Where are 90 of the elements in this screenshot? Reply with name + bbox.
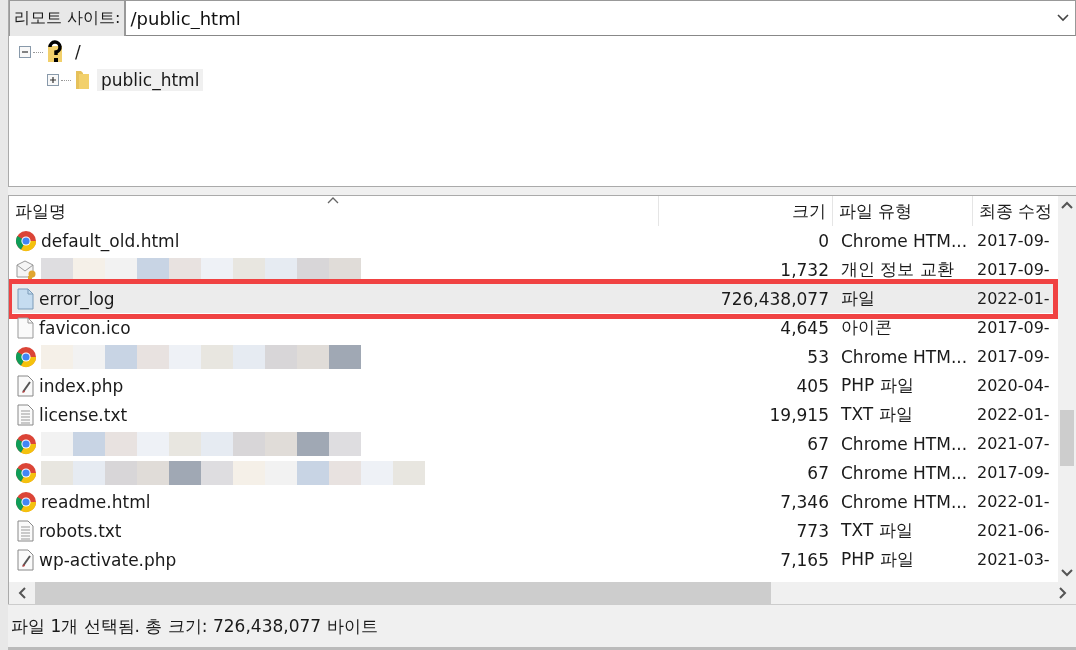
modified-date: 2017-09- (976, 347, 1051, 366)
modified-date: 2017-09- (976, 463, 1051, 482)
file-row[interactable]: default_old.html 0 Chrome HTM... 2017-09- (9, 226, 1058, 255)
modified-date: 2021-03- (976, 550, 1051, 569)
file-size: 7,346 (779, 491, 830, 512)
envelope-key-icon (15, 258, 37, 281)
document-icon (15, 287, 35, 310)
file-name: default_old.html (41, 230, 180, 251)
question-mark-icon (45, 40, 65, 64)
dropdown-caret-icon[interactable] (1057, 14, 1069, 22)
collapse-icon[interactable] (19, 46, 31, 58)
file-type: 아이콘 (840, 316, 893, 339)
chrome-icon (15, 490, 37, 513)
file-row[interactable]: favicon.ico 4,645 아이콘 2017-09- (9, 313, 1058, 342)
file-row[interactable]: 67 Chrome HTM... 2021-07- (9, 429, 1058, 458)
file-size: 19,915 (768, 404, 830, 425)
chrome-icon (15, 345, 37, 368)
file-size: 0 (817, 230, 830, 251)
status-text: 파일 1개 선택됨. 총 크기: 726,438,077 바이트 (11, 614, 378, 638)
file-type: PHP 파일 (840, 548, 915, 571)
chrome-icon (15, 432, 37, 455)
modified-date: 2017-09- (976, 260, 1051, 279)
file-size: 405 (795, 375, 830, 396)
modified-date: 2021-06- (976, 521, 1051, 540)
file-type: Chrome HTM... (840, 462, 969, 483)
file-row[interactable]: robots.txt 773 TXT 파일 2021-06- (9, 516, 1058, 545)
column-header[interactable]: 최종 수정 (973, 196, 1058, 226)
file-type: Chrome HTM... (840, 433, 969, 454)
scroll-down-icon[interactable] (1061, 569, 1073, 577)
file-name: error_log (39, 288, 115, 309)
modified-date: 2021-07- (976, 434, 1051, 453)
folder-icon (73, 69, 91, 91)
file-name: favicon.ico (39, 317, 131, 338)
file-type: TXT 파일 (840, 519, 914, 542)
modified-date: 2022-01- (976, 289, 1051, 308)
modified-date: 2022-01- (976, 492, 1051, 511)
modified-date: 2017-09- (976, 318, 1051, 337)
chrome-icon (15, 229, 37, 252)
text-file-icon (15, 403, 35, 426)
vertical-scrollbar[interactable] (1058, 196, 1076, 582)
column-header[interactable]: 파일명 (9, 196, 659, 226)
file-size: 726,438,077 (719, 288, 830, 309)
scroll-left-icon[interactable] (18, 587, 26, 599)
file-type: Chrome HTM... (840, 491, 969, 512)
file-name: robots.txt (39, 520, 122, 541)
file-size: 773 (795, 520, 830, 541)
text-file-icon (15, 519, 35, 542)
path-input[interactable]: /public_html (126, 7, 1051, 29)
path-field[interactable]: /public_html (125, 0, 1076, 36)
modified-date: 2020-04- (976, 376, 1051, 395)
tree-item[interactable]: / (71, 41, 85, 63)
file-row[interactable]: readme.html 7,346 Chrome HTM... 2022-01- (9, 487, 1058, 516)
file-row[interactable]: index.php 405 PHP 파일 2020-04- (9, 371, 1058, 400)
expand-icon[interactable] (47, 74, 59, 86)
scroll-right-icon[interactable] (1059, 587, 1067, 599)
horizontal-scrollbar[interactable] (9, 582, 1076, 604)
file-name: license.txt (39, 404, 128, 425)
file-row[interactable]: 67 Chrome HTM... 2017-09- (9, 458, 1058, 487)
script-file-icon (15, 374, 35, 397)
file-name: index.php (39, 375, 124, 396)
chrome-icon (15, 461, 37, 484)
file-type: 개인 정보 교환 (840, 258, 955, 281)
file-size: 7,165 (779, 549, 830, 570)
file-type: Chrome HTM... (840, 346, 969, 367)
file-type: PHP 파일 (840, 374, 915, 397)
file-row[interactable]: 53 Chrome HTM... 2017-09- (9, 342, 1058, 371)
document-icon (15, 316, 35, 339)
file-size: 4,645 (779, 317, 830, 338)
modified-date: 2022-01- (976, 405, 1051, 424)
column-header[interactable]: 파일 유형 (833, 196, 973, 226)
file-row[interactable]: wp-activate.php 7,165 PHP 파일 2021-03- (9, 545, 1058, 574)
file-size: 67 (806, 433, 830, 454)
scrollbar-thumb[interactable] (35, 582, 771, 604)
file-size: 1,732 (779, 259, 830, 280)
file-name: readme.html (41, 491, 151, 512)
tree-item[interactable]: public_html (97, 69, 204, 91)
file-size: 67 (806, 462, 830, 483)
file-type: Chrome HTM... (840, 230, 969, 251)
file-row[interactable]: 1,732 개인 정보 교환 2017-09- (9, 255, 1058, 284)
scroll-up-icon[interactable] (1061, 201, 1073, 209)
file-size: 53 (806, 346, 830, 367)
script-file-icon (15, 548, 35, 571)
column-header[interactable]: 크기 (659, 196, 833, 226)
modified-date: 2017-09- (976, 231, 1051, 250)
field-label: 리모트 사이트: (9, 0, 126, 36)
scrollbar-thumb[interactable] (1060, 410, 1074, 466)
file-type: 파일 (840, 287, 876, 310)
file-row[interactable]: license.txt 19,915 TXT 파일 2022-01- (9, 400, 1058, 429)
file-type: TXT 파일 (840, 403, 914, 426)
file-name: wp-activate.php (39, 549, 177, 570)
